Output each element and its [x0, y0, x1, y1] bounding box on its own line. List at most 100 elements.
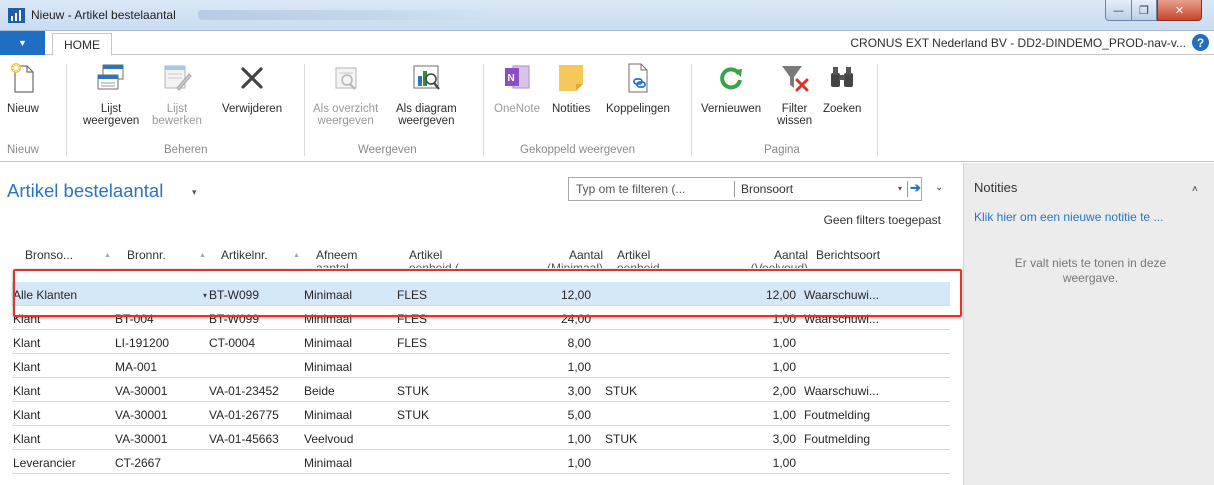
- edit-list-button[interactable]: Lijst bewerken: [152, 62, 202, 127]
- view-list-icon: [95, 62, 127, 94]
- chevron-down-icon[interactable]: ⌄: [935, 182, 943, 193]
- links-label: Koppelingen: [606, 103, 670, 115]
- cell-qty-multiple: 1,00: [772, 336, 796, 350]
- table-row[interactable]: Klant LI-191200 CT-0004 Minimaal FLES 8,00 1,0…: [12, 330, 950, 354]
- table-row[interactable]: Klant VA-30001 VA-01-26775 Minimaal STUK 5,00…: [12, 402, 950, 426]
- cell-source-no: LI-191200: [115, 336, 170, 350]
- dynamics-nav-app-icon: [8, 8, 25, 23]
- table-row[interactable]: Leverancier CT-2667 Minimaal 1,00 1,00: [12, 450, 950, 474]
- help-icon[interactable]: ?: [1192, 34, 1209, 51]
- chevron-up-icon[interactable]: ˄: [1192, 184, 1198, 195]
- notes-button[interactable]: Notities: [552, 62, 590, 115]
- cell-qty-multiple: 1,00: [772, 360, 796, 374]
- cell-source-type: Klant: [13, 408, 41, 422]
- delete-x-icon: [236, 62, 268, 94]
- page-title[interactable]: Artikel bestelaantal: [7, 180, 163, 202]
- application-menu-button[interactable]: ▼: [0, 31, 45, 55]
- cell-item-unit: STUK: [397, 408, 430, 422]
- view-as-overview-button[interactable]: Als overzicht weergeven: [313, 62, 378, 127]
- table-row[interactable]: Klant VA-30001 VA-01-45663 Veelvoud 1,00 STUK…: [12, 426, 950, 450]
- window-title: Nieuw - Artikel bestelaantal: [31, 8, 176, 22]
- cell-order-qty: Minimaal: [304, 336, 353, 350]
- cell-item-unit-2: STUK: [605, 384, 638, 398]
- tab-home[interactable]: HOME: [52, 33, 112, 56]
- blurred-breadcrumb: [198, 10, 498, 20]
- new-document-icon: [7, 62, 39, 94]
- group-separator: [877, 64, 878, 156]
- cell-qty-minimum: 8,00: [567, 336, 591, 350]
- cell-source-no: MA-001: [115, 360, 158, 374]
- view-as-chart-label: Als diagram weergeven: [396, 103, 457, 127]
- company-name[interactable]: CRONUS EXT Nederland BV - DD2-DINDEMO_PR…: [850, 36, 1186, 50]
- find-button[interactable]: Zoeken: [823, 62, 861, 115]
- cell-source-type: Klant: [13, 432, 41, 446]
- chevron-down-icon[interactable]: ▾: [898, 184, 902, 193]
- group-label-gekoppeld: Gekoppeld weergeven: [520, 144, 636, 156]
- cell-qty-minimum: 1,00: [567, 432, 591, 446]
- cell-qty-multiple: 3,00: [772, 432, 796, 446]
- group-separator: [304, 64, 305, 156]
- add-note-link[interactable]: Klik hier om een nieuwe notitie te ...: [974, 210, 1163, 224]
- title-caret-icon[interactable]: ▾: [192, 187, 197, 198]
- cell-message-type: Foutmelding: [804, 408, 871, 422]
- cell-item-no: VA-01-23452: [209, 384, 279, 398]
- filter-divider: [734, 181, 735, 197]
- list-page: Artikel bestelaantal ▾ Typ om te filtere…: [0, 163, 963, 485]
- group-label-weergeven: Weergeven: [358, 144, 417, 156]
- ribbon-tab-row: ▼ HOME CRONUS EXT Nederland BV - DD2-DIN…: [0, 31, 1214, 56]
- ribbon: Nieuw Lijst weergeven Lijst bewerken Ver…: [0, 56, 1214, 162]
- window-titlebar: Nieuw - Artikel bestelaantal — ❐ ✕: [0, 0, 1214, 31]
- table-row[interactable]: Klant VA-30001 VA-01-23452 Beide STUK 3,00 STU…: [12, 378, 950, 402]
- find-label: Zoeken: [823, 103, 862, 115]
- binoculars-icon: [826, 62, 858, 94]
- group-label-pagina: Pagina: [764, 144, 800, 156]
- clear-filter-button[interactable]: Filter wissen: [777, 62, 812, 127]
- sort-arrow-icon: ▲: [199, 252, 206, 259]
- row-highlight-annotation: [13, 269, 962, 317]
- filter-input[interactable]: Typ om te filteren (...: [576, 182, 685, 196]
- group-separator: [483, 64, 484, 156]
- table-row[interactable]: Klant MA-001 Minimaal 1,00 1,00: [12, 354, 950, 378]
- close-button[interactable]: ✕: [1157, 0, 1202, 21]
- new-button[interactable]: Nieuw: [7, 62, 39, 115]
- filter-status: Geen filters toegepast: [823, 213, 941, 227]
- view-as-chart-button[interactable]: Als diagram weergeven: [396, 62, 457, 127]
- chart-view-icon: [410, 62, 442, 94]
- new-label: Nieuw: [7, 103, 39, 115]
- cell-qty-multiple: 1,00: [772, 456, 796, 470]
- maximize-button[interactable]: ❐: [1131, 0, 1157, 21]
- group-separator: [66, 64, 67, 156]
- cell-source-no: VA-30001: [115, 384, 168, 398]
- view-list-button[interactable]: Lijst weergeven: [83, 62, 139, 127]
- delete-label: Verwijderen: [222, 103, 283, 115]
- overview-icon: [330, 62, 362, 94]
- cell-order-qty: Beide: [304, 384, 335, 398]
- clear-filter-label: Filter wissen: [777, 103, 813, 127]
- sticky-note-icon: [555, 62, 587, 94]
- onenote-button[interactable]: N OneNote: [494, 62, 540, 115]
- cell-item-unit: FLES: [397, 336, 428, 350]
- cell-qty-minimum: 5,00: [567, 408, 591, 422]
- links-button[interactable]: Koppelingen: [606, 62, 670, 115]
- filter-field-select[interactable]: Bronsoort: [741, 182, 793, 196]
- group-label-nieuw: Nieuw: [7, 144, 39, 156]
- cell-source-type: Klant: [13, 384, 41, 398]
- cell-qty-minimum: 1,00: [567, 360, 591, 374]
- clear-filter-icon: [779, 62, 811, 94]
- delete-button[interactable]: Verwijderen: [222, 62, 282, 115]
- cell-order-qty: Minimaal: [304, 456, 353, 470]
- arrow-right-icon[interactable]: ➔: [910, 180, 921, 196]
- edit-list-icon: [161, 62, 193, 94]
- view-as-overview-label: Als overzicht weergeven: [313, 103, 379, 127]
- cell-item-unit: STUK: [397, 384, 430, 398]
- refresh-button[interactable]: Vernieuwen: [701, 62, 761, 115]
- notes-factbox: Notities ˄ Klik hier om een nieuwe notit…: [963, 163, 1214, 485]
- filter-box[interactable]: Typ om te filteren (... Bronsoort ▾ ➔: [568, 177, 922, 201]
- minimize-button[interactable]: —: [1105, 0, 1132, 21]
- notes-empty-message: Er valt niets te tonen in deze weergave.: [1014, 256, 1167, 285]
- sort-arrow-icon: ▲: [293, 252, 300, 259]
- group-label-beheren: Beheren: [164, 144, 208, 156]
- cell-order-qty: Minimaal: [304, 360, 353, 374]
- refresh-icon: [715, 62, 747, 94]
- cell-qty-multiple: 2,00: [772, 384, 796, 398]
